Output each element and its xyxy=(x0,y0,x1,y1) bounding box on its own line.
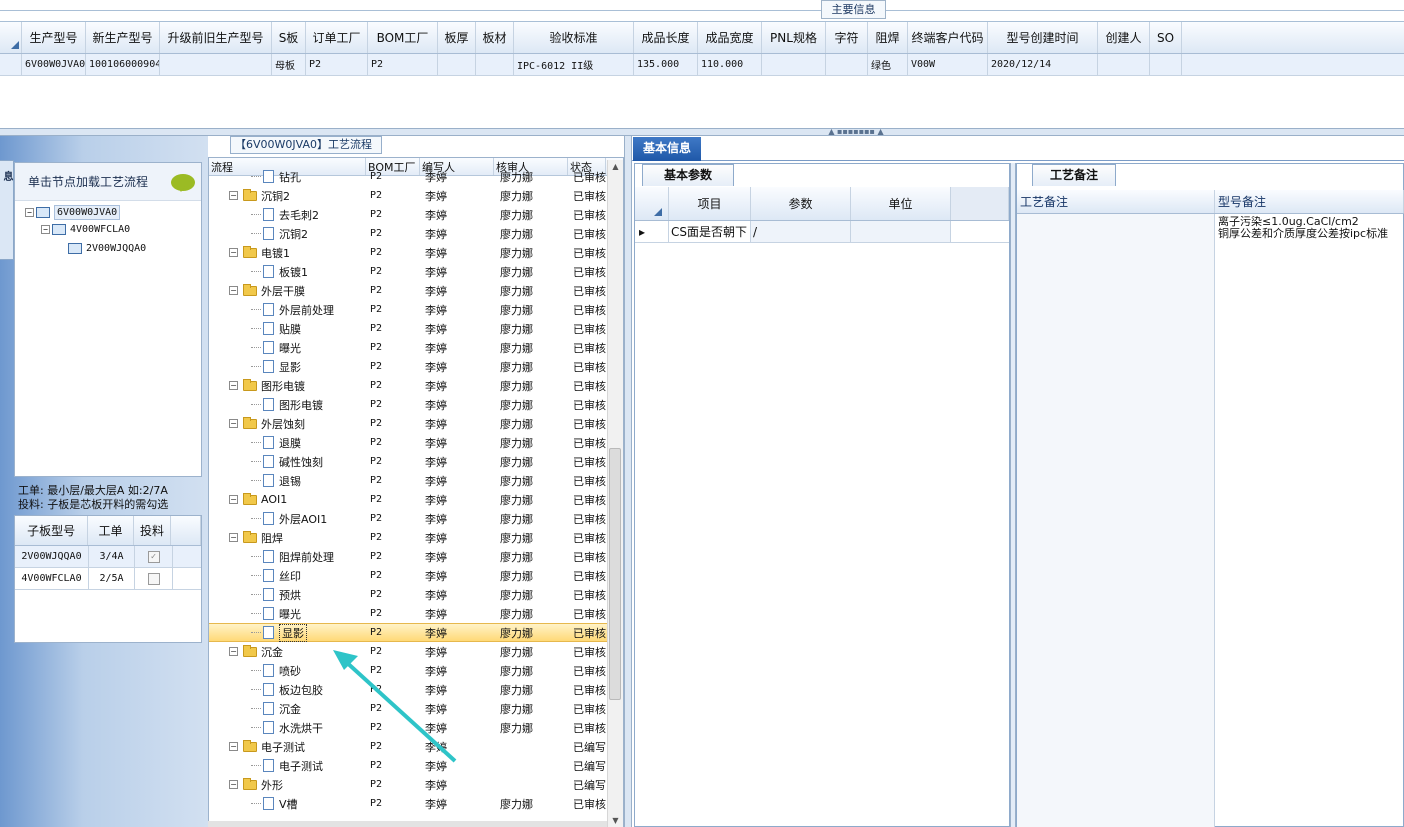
annotation-arrow xyxy=(333,650,457,763)
arrow-shaft xyxy=(342,658,457,763)
